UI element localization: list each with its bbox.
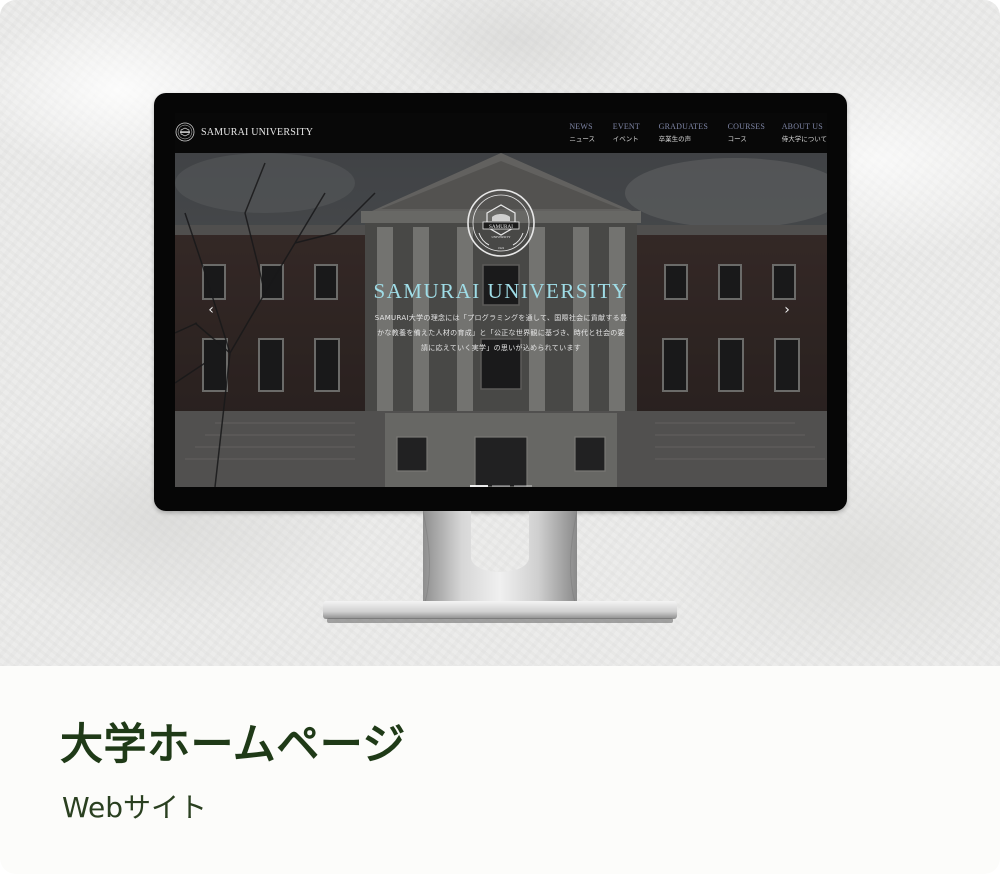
slider-dot[interactable]: [514, 485, 532, 487]
svg-text:UNIVERSITY: UNIVERSITY: [491, 235, 511, 239]
site-brand[interactable]: SAMURAI UNIVERSITY: [201, 127, 313, 138]
hero-description-line-1: SAMURAI大学の理念には「プログラミングを通して、国際社会に貢献する豊: [374, 314, 628, 322]
slider-dot[interactable]: [470, 485, 488, 487]
hero-slider: SAMURAI UNIVERSITY 1924 SAMURAI UNIVERSI…: [175, 153, 827, 487]
nav-item-about-us[interactable]: ABOUT US 侍大学について: [782, 122, 827, 143]
project-category: Webサイト: [62, 791, 208, 824]
hero-description-line-3: 請に応えていく実学」の思いが込められています: [420, 344, 582, 352]
nav-item-courses[interactable]: COURSES コース: [728, 122, 765, 143]
project-title: 大学ホームページ: [60, 720, 406, 770]
nav-item-event[interactable]: EVENT イベント: [613, 122, 640, 143]
nav-item-news[interactable]: NEWS ニュース: [569, 122, 595, 143]
monitor-bezel: SAMURAI UNIVERSITY NEWS ニュース EVENT イベント …: [154, 93, 847, 511]
svg-text:1924: 1924: [498, 246, 505, 250]
chevron-left-icon[interactable]: ‹: [204, 303, 218, 317]
monitor-stand-neck: [423, 511, 577, 603]
hero-title: SAMURAI UNIVERSITY: [373, 279, 629, 303]
slider-dot[interactable]: [492, 485, 510, 487]
university-logo-icon[interactable]: [175, 122, 195, 142]
chevron-right-icon[interactable]: ›: [780, 303, 794, 317]
portfolio-card[interactable]: SAMURAI UNIVERSITY NEWS ニュース EVENT イベント …: [0, 0, 1000, 874]
hero-description-line-2: かな教養を備えた人材の育成」と「公正な世界観に基づき、時代と社会の要: [377, 329, 625, 337]
monitor-stand-base: [323, 601, 677, 623]
university-emblem-icon: SAMURAI UNIVERSITY 1924: [467, 189, 535, 257]
nav-item-graduates[interactable]: GRADUATES 卒業生の声: [659, 122, 708, 143]
site-header: SAMURAI UNIVERSITY NEWS ニュース EVENT イベント …: [175, 113, 827, 153]
slider-pagination: [175, 472, 827, 487]
website-screenshot: SAMURAI UNIVERSITY NEWS ニュース EVENT イベント …: [175, 113, 827, 487]
svg-text:SAMURAI: SAMURAI: [489, 224, 513, 230]
